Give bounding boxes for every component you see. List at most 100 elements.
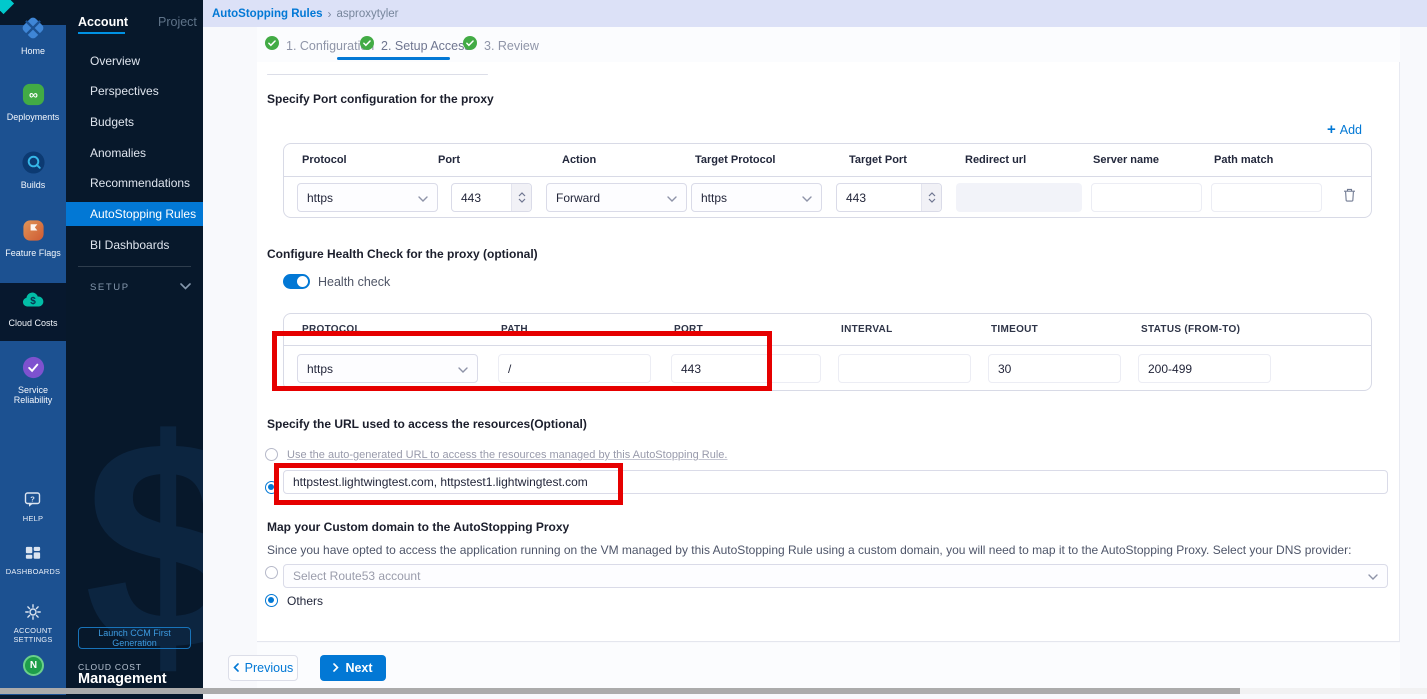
- previous-button[interactable]: Previous: [228, 655, 298, 681]
- custom-url-input[interactable]: [283, 470, 1388, 494]
- sidebar-item-perspectives[interactable]: Perspectives: [66, 78, 203, 104]
- sidebar-item-bi-dashboards[interactable]: BI Dashboards: [66, 232, 203, 258]
- route53-account-select[interactable]: Select Route53 account: [283, 564, 1388, 588]
- breadcrumb: AutoStopping Rules › asproxytyler: [203, 0, 1427, 27]
- health-check-toggle[interactable]: [283, 274, 310, 289]
- hc-interval-field[interactable]: [838, 354, 971, 383]
- step-label: 3. Review: [484, 39, 539, 53]
- custom-url-radio[interactable]: [265, 481, 278, 494]
- hc-path-field[interactable]: [498, 354, 651, 383]
- target-port-value: 443: [837, 191, 866, 205]
- custom-domain-description: Since you have opted to access the appli…: [267, 543, 1388, 557]
- col-action: Action: [562, 154, 695, 166]
- sidebar-item-service-reliability[interactable]: Service Reliability: [0, 355, 66, 405]
- port-config-row: https 443 Forward https 443: [284, 177, 1371, 218]
- rail-label: ACCOUNT: [0, 626, 66, 635]
- sidebar-item-budgets[interactable]: Budgets: [66, 109, 203, 135]
- col-hc-protocol: PROTOCOL: [302, 324, 501, 335]
- health-check-table: PROTOCOL PATH PORT INTERVAL TIMEOUT STAT…: [283, 313, 1372, 391]
- sidebar-item-dashboards[interactable]: DASHBOARDS: [0, 546, 66, 576]
- sidebar-item-home[interactable]: Home: [0, 15, 66, 56]
- sidebar-item-anomalies[interactable]: Anomalies: [66, 140, 203, 166]
- redirect-url-field[interactable]: [956, 183, 1082, 212]
- target-protocol-select[interactable]: https: [691, 183, 822, 212]
- content-gutter: [203, 27, 257, 699]
- add-label: Add: [1340, 123, 1362, 137]
- plus-icon: +: [1327, 123, 1336, 137]
- sidebar-item-autostopping-rules[interactable]: AutoStopping Rules: [66, 202, 203, 226]
- hc-timeout-field[interactable]: [988, 354, 1121, 383]
- protocol-select[interactable]: https: [297, 183, 438, 212]
- step-setup-access[interactable]: 2. Setup Access: [360, 36, 471, 55]
- feature-flags-icon: [21, 230, 46, 247]
- setup-section-toggle[interactable]: SETUP: [90, 282, 191, 293]
- cloud-costs-icon: $: [20, 300, 46, 317]
- tab-project[interactable]: Project: [158, 15, 197, 29]
- number-stepper[interactable]: [921, 184, 941, 211]
- rail-label: Builds: [0, 180, 66, 190]
- sidebar-item-cloud-costs[interactable]: $ Cloud Costs: [0, 287, 66, 328]
- home-icon: [20, 28, 46, 45]
- svg-text:$: $: [30, 296, 36, 307]
- custom-domain-heading: Map your Custom domain to the AutoStoppi…: [267, 520, 569, 534]
- route53-placeholder: Select Route53 account: [293, 569, 420, 583]
- tab-account[interactable]: Account: [78, 15, 128, 29]
- content-gutter: [1400, 27, 1427, 699]
- health-check-row: https: [284, 346, 1371, 391]
- rail-bottom-strip: [0, 695, 66, 699]
- sidebar-item-deployments[interactable]: ∞ Deployments: [0, 82, 66, 122]
- check-circle-icon: [360, 36, 374, 55]
- rail-label: Home: [0, 46, 66, 56]
- step-review[interactable]: 3. Review: [463, 36, 539, 55]
- action-select[interactable]: Forward: [546, 183, 687, 212]
- sidebar-item-help[interactable]: ? HELP: [0, 491, 66, 523]
- others-radio[interactable]: [265, 594, 278, 607]
- sidebar-item-feature-flags[interactable]: Feature Flags: [0, 218, 66, 258]
- port-config-heading: Specify Port configuration for the proxy: [267, 92, 494, 106]
- breadcrumb-current: asproxytyler: [337, 8, 399, 20]
- user-avatar[interactable]: N: [23, 655, 44, 676]
- next-button[interactable]: Next: [320, 655, 386, 681]
- sidebar-item-account-settings[interactable]: ACCOUNT SETTINGS: [0, 603, 66, 644]
- col-target-port: Target Port: [849, 154, 965, 166]
- delete-row-trash-icon[interactable]: [1343, 188, 1356, 207]
- health-check-toggle-label: Health check: [318, 275, 390, 289]
- col-hc-interval: INTERVAL: [841, 324, 991, 335]
- port-number-field[interactable]: 443: [451, 183, 532, 212]
- chevron-right-icon: [333, 661, 339, 675]
- col-redirect-url: Redirect url: [965, 154, 1093, 166]
- deployments-icon: ∞: [21, 94, 46, 111]
- hc-protocol-select[interactable]: https: [297, 354, 478, 383]
- target-port-field[interactable]: 443: [836, 183, 942, 212]
- check-circle-icon: [463, 36, 477, 55]
- sidebar-item-builds[interactable]: Builds: [0, 150, 66, 190]
- sidebar-item-recommendations[interactable]: Recommendations: [66, 170, 203, 196]
- hc-port-field[interactable]: [671, 354, 821, 383]
- target-protocol-value: https: [701, 191, 727, 205]
- harness-logo-icon[interactable]: [0, 0, 14, 14]
- scrolled-input-edge: [267, 74, 488, 75]
- svg-text:∞: ∞: [29, 88, 38, 102]
- breadcrumb-link-autostopping-rules[interactable]: AutoStopping Rules: [212, 8, 323, 20]
- action-value: Forward: [556, 191, 600, 205]
- col-hc-path: PATH: [501, 324, 674, 335]
- auto-url-radio[interactable]: [265, 448, 278, 461]
- side-nav-panel: $ Account Project Overview Perspectives …: [66, 0, 203, 699]
- port-config-header-row: Protocol Port Action Target Protocol Tar…: [284, 144, 1371, 177]
- next-label: Next: [345, 661, 372, 675]
- rail-label: Deployments: [0, 112, 66, 122]
- hc-status-field[interactable]: [1138, 354, 1271, 383]
- number-stepper[interactable]: [511, 184, 531, 211]
- route53-radio[interactable]: [265, 566, 278, 579]
- chevron-down-icon: [802, 191, 812, 205]
- path-match-field[interactable]: [1211, 183, 1322, 212]
- step-label: 2. Setup Access: [381, 39, 471, 53]
- server-name-field[interactable]: [1091, 183, 1202, 212]
- horizontal-scrollbar-thumb[interactable]: [0, 688, 1240, 694]
- footer-strip: [257, 643, 1400, 688]
- add-port-row-button[interactable]: + Add: [1327, 123, 1362, 137]
- sidebar-item-overview[interactable]: Overview: [66, 48, 203, 74]
- chevron-down-icon: [1368, 569, 1378, 583]
- launch-ccm-first-gen-button[interactable]: Launch CCM First Generation: [78, 627, 191, 649]
- step-configuration[interactable]: 1. Configuration: [265, 36, 374, 55]
